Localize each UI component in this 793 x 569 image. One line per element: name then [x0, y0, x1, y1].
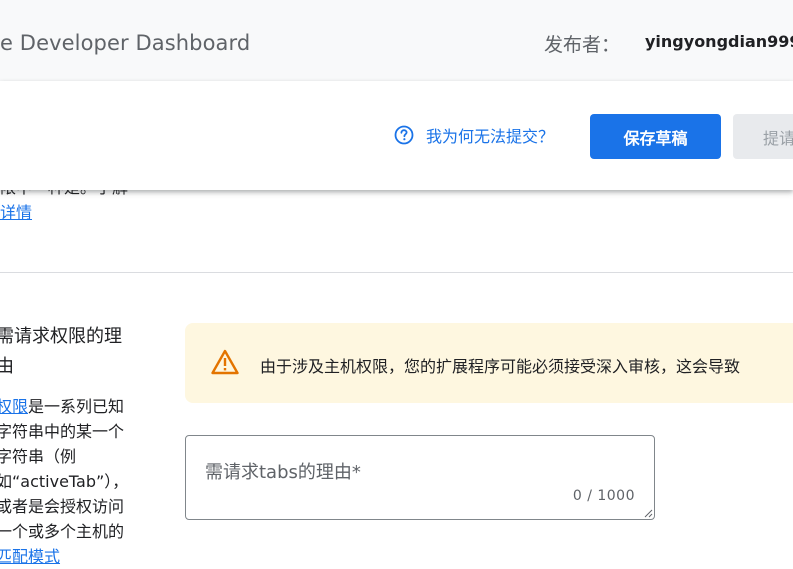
warning-icon: [211, 349, 239, 375]
character-counter: 0 / 1000: [572, 488, 635, 504]
permission-description: 需请求权限的理 由 权限是一系列已知字符串中的某一个字符串（例如“activeT…: [0, 322, 140, 569]
match-patterns-link[interactable]: 匹配模式: [0, 547, 60, 566]
why-cannot-submit-link[interactable]: 我为何无法提交？: [394, 123, 554, 147]
save-draft-button[interactable]: 保存草稿: [590, 114, 721, 159]
details-link[interactable]: 详情: [0, 199, 32, 223]
permission-help-text: 权限是一系列已知字符串中的某一个字符串（例如“activeTab”），或者是会授…: [0, 394, 136, 569]
resize-handle-icon[interactable]: [643, 508, 653, 518]
tabs-reason-textarea[interactable]: 需请求tabs的理由* 0 / 1000: [185, 435, 655, 520]
submit-button[interactable]: 提请: [733, 114, 793, 159]
why-cannot-submit-label: 我为何无法提交？: [426, 127, 555, 146]
warning-text: 由于涉及主机权限，您的扩展程序可能必须接受深入审核，这会导致: [260, 357, 741, 376]
host-permission-warning: 由于涉及主机权限，您的扩展程序可能必须接受深入审核，这会导致: [185, 323, 793, 403]
permission-heading: 需请求权限的理 由: [0, 326, 122, 377]
tabs-reason-placeholder: 需请求tabs的理由*: [205, 462, 361, 483]
section-divider: [0, 272, 793, 273]
action-bar: 我为何无法提交？ 保存草稿 提请: [0, 81, 793, 190]
app-title: e Developer Dashboard: [0, 31, 251, 55]
publisher-label: 发布者：: [544, 34, 621, 56]
permissions-link[interactable]: 权限: [0, 397, 28, 416]
publisher-name[interactable]: yingyongdian999: [645, 32, 793, 51]
top-bar: e Developer Dashboard 发布者： yingyongdian9…: [0, 0, 793, 81]
help-icon: [394, 125, 414, 145]
